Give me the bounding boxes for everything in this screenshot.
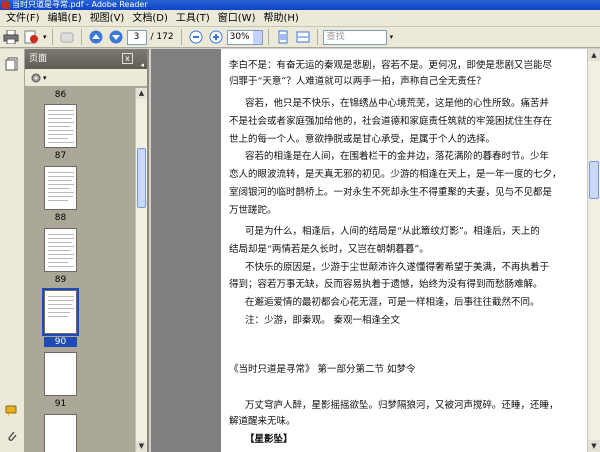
thumbnail-label: 89 (54, 275, 67, 285)
menu-window[interactable]: 窗口(W) (214, 10, 260, 27)
text-line: 万丈穹庐人醉，星影摇摇欲坠。归梦隔狼河，又被河声搅碎。还睡，还睡， (245, 400, 559, 411)
find-input[interactable]: 查找 (322, 29, 387, 45)
menu-view[interactable]: 视图(V) (86, 10, 129, 27)
text-line: 结局却是“两情若是久长时，又岂在朝朝暮暮”。 (229, 244, 429, 255)
page-thumbnail-selected[interactable] (42, 288, 79, 336)
scrollbar-thumb[interactable] (589, 161, 599, 199)
title-bar: 当时只道是寻常.pdf - Adobe Reader (0, 0, 600, 10)
text-line: 李白不是：有奋无运的秦观是悲剧，容若不是。更何况，即使是悲剧又岂能尽 (229, 60, 553, 71)
hand-tool-button[interactable] (58, 28, 76, 46)
pages-panel-header: 页面 x ◂ (25, 49, 147, 69)
text-line: 可是为什么，相逢后，人间的结局是“从此簟纹灯影”。相逢后，天上的 (245, 226, 540, 237)
thumbnail-label-selected: 90 (44, 337, 77, 347)
pages-panel-toolbar: ▾ (25, 69, 147, 87)
page-thumbnail[interactable] (44, 166, 77, 210)
page-number-input[interactable]: 3 (126, 29, 147, 45)
hand-icon (60, 32, 74, 43)
document-page: 李白不是：有奋无运的秦观是悲剧，容若不是。更何况，即使是悲剧又岂能尽 归罪于“天… (221, 49, 587, 452)
zoom-value: 30% (229, 31, 250, 42)
printer-icon (3, 30, 19, 44)
options-gear-icon[interactable] (30, 72, 42, 84)
panel-menu-icon[interactable]: ◂ (140, 55, 144, 75)
email-button[interactable] (22, 28, 40, 46)
thumbnails-scrollbar[interactable]: ▲ ▼ (135, 88, 147, 452)
next-page-button[interactable] (107, 28, 125, 46)
text-line: 万世蹉跎。 (229, 205, 277, 216)
find-dropdown-icon[interactable]: ▾ (390, 33, 394, 41)
zoom-out-button[interactable] (187, 28, 205, 46)
zoom-in-icon (209, 30, 223, 44)
zoom-out-icon (189, 30, 203, 44)
text-line: 不快乐的原因是，少游于尘世颠沛许久遂懂得奢希望于美满，不再执着于 (245, 262, 550, 273)
previous-page-button[interactable] (87, 28, 105, 46)
mail-icon (24, 30, 38, 44)
thumbnail-label: 86 (54, 90, 67, 100)
page-thumbnail[interactable] (44, 228, 77, 272)
toolbar-separator (80, 29, 82, 45)
arrow-up-icon (89, 30, 103, 44)
thumbnail-label: 87 (54, 151, 67, 161)
text-line: 室阔银河的临时鹊桥上。一对永生不死却永生不得重聚的夫妻，见与不见都是 (229, 187, 553, 198)
scroll-down-icon[interactable]: ▼ (588, 440, 600, 452)
arrow-down-icon (109, 30, 123, 44)
menu-document[interactable]: 文档(D) (128, 10, 172, 27)
zoom-level-select[interactable]: 30% (226, 29, 263, 45)
menu-help[interactable]: 帮助(H) (259, 10, 302, 27)
page-total-label: / 172 (150, 32, 174, 42)
options-dropdown-icon[interactable]: ▾ (43, 74, 47, 82)
page-thumbnail[interactable] (44, 414, 77, 452)
toolbar-separator (267, 29, 269, 45)
text-line: 容若的相逢是在人间，在围着栏干的金井边，落花满阶的暮春时节。少年 (245, 151, 550, 162)
navigation-strip (0, 49, 25, 452)
thumbnail-label: 88 (54, 213, 67, 223)
text-line: 容若，他只是不快乐，在锦绣丛中心境荒芜，这是他的心性所致。痛苦并 (245, 98, 550, 109)
thumbnails-list: 86 87 88 89 90 91 (25, 88, 137, 452)
text-line: 世上的每一个人。意欲挣脱或是甘心承受，是属于个人的选择。 (229, 134, 496, 145)
fit-width-icon (296, 31, 310, 43)
menu-file[interactable]: 文件(F) (2, 10, 44, 27)
page-thumbnail[interactable] (44, 352, 77, 396)
text-line: 解道醒来无味。 (229, 416, 296, 427)
comments-icon[interactable] (5, 404, 19, 418)
toolbar: ▾ 3 / 172 30% 查找 ▾ (0, 27, 600, 48)
zoom-in-button[interactable] (207, 28, 225, 46)
fit-page-icon (278, 30, 288, 44)
print-button[interactable] (2, 28, 20, 46)
toolbar-separator (180, 29, 182, 45)
section-heading: 《当时只道是寻常》 第一部分第二节 如梦令 (229, 364, 416, 375)
text-line: 在邂逅爱情的最初都会心花无涯，可是一样相逢，后事往往截然不同。 (245, 297, 540, 308)
window-title: 当时只道是寻常.pdf - Adobe Reader (12, 0, 148, 9)
attachments-icon[interactable] (5, 429, 19, 443)
pages-panel: 页面 x ◂ ▾ 86 87 88 89 90 91 ▲ ▼ (25, 49, 149, 452)
text-line: 归罪于“天意”？人难道就可以两手一拍，声称自己全无责任？ (229, 76, 486, 87)
menu-edit[interactable]: 编辑(E) (44, 10, 86, 27)
text-line: 注：少游，即秦观。 秦观一相逢全文 (245, 315, 401, 326)
email-dropdown-icon[interactable]: ▾ (43, 33, 47, 41)
toolbar-separator (51, 29, 53, 45)
subheading: 【星影坠】 (245, 434, 293, 445)
pages-panel-title: 页面 (29, 54, 48, 64)
scroll-up-icon[interactable]: ▲ (588, 49, 600, 61)
close-panel-button[interactable]: x (122, 53, 133, 64)
text-line: 得到；容若万事无缺，反而容易执着于遗憾，始终为没有得到而愁肠难解。 (229, 279, 543, 290)
scrollbar-thumb[interactable] (137, 148, 146, 208)
page-thumbnail[interactable] (44, 104, 77, 148)
toolbar-separator (316, 29, 318, 45)
fit-width-button[interactable] (294, 28, 312, 46)
adobe-reader-icon (2, 1, 10, 9)
fit-page-button[interactable] (274, 28, 292, 46)
menu-bar: 文件(F) 编辑(E) 视图(V) 文档(D) 工具(T) 窗口(W) 帮助(H… (0, 10, 600, 27)
zoom-dropdown-icon[interactable] (252, 30, 262, 44)
document-scrollbar[interactable]: ▲ ▼ (587, 49, 600, 452)
scroll-down-icon[interactable]: ▼ (136, 441, 147, 452)
thumbnail-label: 91 (54, 399, 67, 409)
scroll-up-icon[interactable]: ▲ (136, 88, 147, 99)
pages-icon[interactable] (5, 57, 19, 71)
text-line: 不是社会或者家庭强加给他的，社会道德和家庭责任筑就的牢笼困扰住生存在 (229, 116, 553, 127)
text-line: 恋人的眼波流转，是天真无邪的初见。少游的相逢在天上，是一年一度的七夕， (229, 169, 562, 180)
menu-tools[interactable]: 工具(T) (172, 10, 214, 27)
document-view[interactable]: 李白不是：有奋无运的秦观是悲剧，容若不是。更何况，即使是悲剧又岂能尽 归罪于“天… (151, 49, 600, 452)
